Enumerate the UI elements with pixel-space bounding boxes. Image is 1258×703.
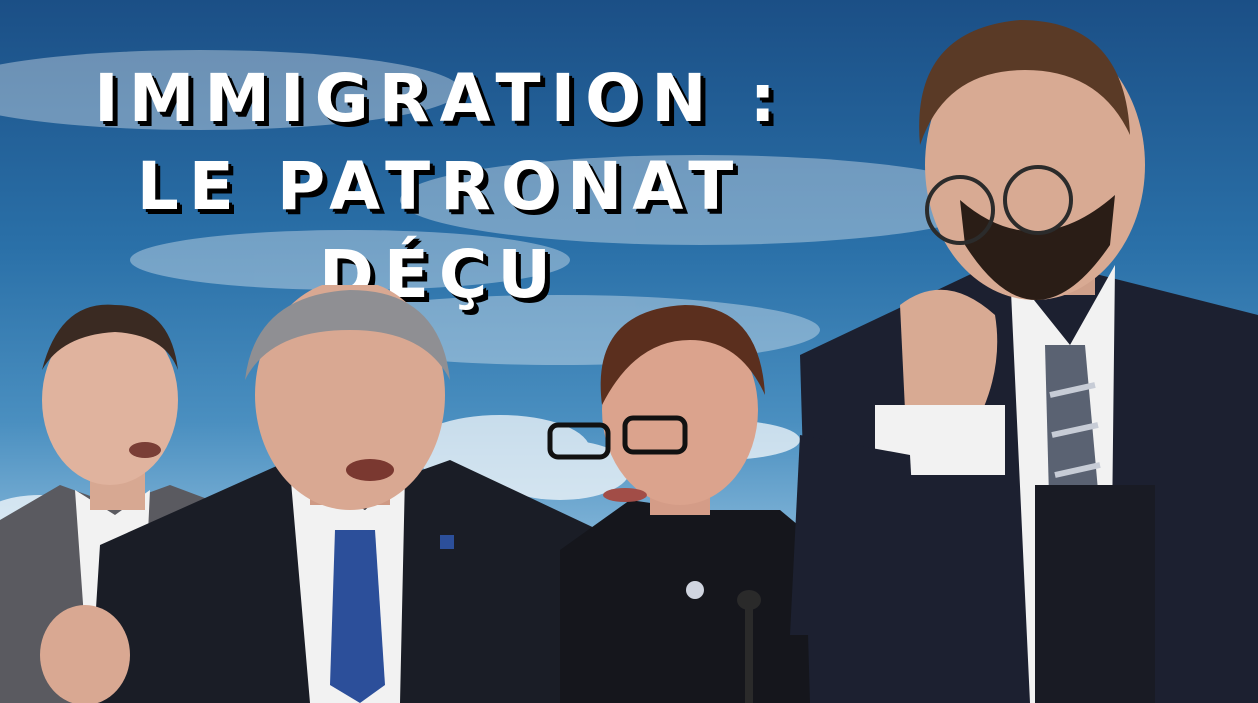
video-thumbnail[interactable]: IMMIGRATION : LE PATRONAT DÉÇU [0, 0, 1258, 703]
headline: IMMIGRATION : LE PATRONAT DÉÇU [60, 55, 820, 319]
headline-line-1: IMMIGRATION : [94, 60, 786, 137]
person-right-pointing [790, 20, 1258, 703]
headline-line-2: LE PATRONAT [136, 148, 744, 225]
